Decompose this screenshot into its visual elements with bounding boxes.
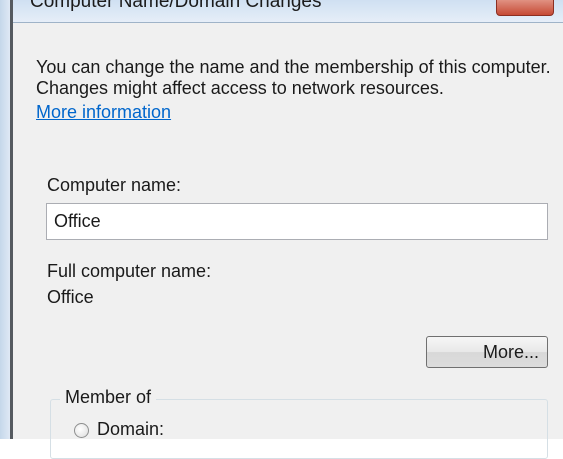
more-button[interactable]: More... [426,336,548,368]
close-button[interactable] [496,0,554,16]
domain-radio-label[interactable]: Domain: [97,419,164,440]
computer-name-input[interactable] [46,203,548,240]
description-text: You can change the name and the membersh… [36,57,551,98]
computer-name-label: Computer name: [47,175,182,195]
window-title: Computer Name/Domain Changes [30,0,322,12]
full-computer-name-value: Office [47,287,94,307]
more-information-link[interactable]: More information [36,102,171,123]
domain-radio[interactable] [74,423,89,438]
left-background-strip [0,0,10,439]
member-of-legend: Member of [60,387,157,408]
full-computer-name-label: Full computer name: [47,261,212,281]
title-bar: Computer Name/Domain Changes [13,0,563,23]
